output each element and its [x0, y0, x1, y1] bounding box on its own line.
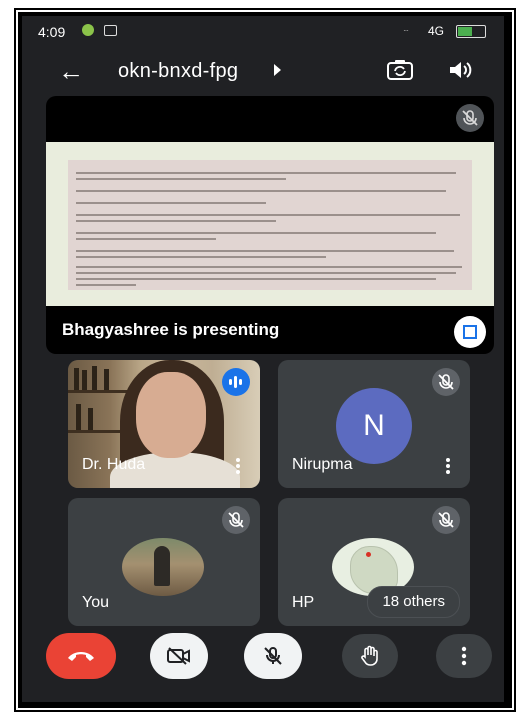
- mic-off-icon: [264, 647, 282, 665]
- participant-tile-you[interactable]: You: [68, 498, 260, 626]
- avatar: [122, 538, 204, 596]
- end-call-button[interactable]: [46, 633, 116, 679]
- more-vert-icon: [461, 646, 467, 666]
- participant-name: Nirupma: [292, 456, 353, 473]
- chevron-right-icon[interactable]: [274, 64, 281, 76]
- speaking-indicator-icon: [222, 368, 250, 396]
- others-count-button[interactable]: 18 others: [367, 586, 460, 618]
- cast-icon: [104, 25, 117, 36]
- switch-camera-icon[interactable]: [386, 58, 414, 82]
- fullscreen-button[interactable]: [454, 316, 486, 348]
- slide-content: [68, 160, 472, 290]
- participant-tile-huda[interactable]: Dr. Huda: [68, 360, 260, 488]
- participant-name: Dr. Huda: [82, 456, 146, 473]
- mic-off-icon: [432, 506, 460, 534]
- mic-off-icon: [222, 506, 250, 534]
- video-toggle-button[interactable]: [150, 633, 208, 679]
- hand-icon: [361, 645, 378, 666]
- speaker-icon[interactable]: [446, 58, 474, 82]
- video-off-icon: [167, 647, 190, 665]
- more-options-icon[interactable]: [236, 458, 240, 474]
- presenter-mic-off-icon: [456, 104, 484, 132]
- more-options-button[interactable]: [436, 634, 492, 678]
- participant-name: HP: [292, 594, 315, 611]
- mic-toggle-button[interactable]: [244, 633, 302, 679]
- call-controls: [22, 632, 504, 692]
- presentation-tile[interactable]: Bhagyashree is presenting: [46, 96, 494, 354]
- status-time: 4:09: [38, 24, 66, 40]
- network-type: 4G: [427, 24, 444, 38]
- mic-off-icon: [432, 368, 460, 396]
- participant-name: You: [82, 594, 109, 611]
- app-notification-icon: [82, 24, 94, 36]
- shared-screen: [46, 142, 494, 306]
- signal-icon: ···: [403, 26, 409, 35]
- more-options-icon[interactable]: [446, 458, 450, 474]
- call-header: ← okn-bnxd-fpg: [22, 52, 504, 96]
- avatar: N: [336, 388, 412, 464]
- meeting-code[interactable]: okn-bnxd-fpg: [118, 60, 238, 83]
- meet-screen: 4:09 ··· 4G ← okn-bnxd-fpg Bhagyashree i…: [22, 16, 504, 702]
- participant-tile-hp[interactable]: HP 18 others: [278, 498, 470, 626]
- phone-hangup-icon: [68, 652, 94, 661]
- battery-icon: [456, 25, 486, 38]
- presenting-label: Bhagyashree is presenting: [62, 320, 280, 339]
- status-bar: 4:09 ··· 4G: [22, 16, 504, 46]
- back-arrow-icon[interactable]: ←: [58, 58, 84, 84]
- participant-tile-nirupma[interactable]: N Nirupma: [278, 360, 470, 488]
- raise-hand-button[interactable]: [342, 634, 398, 678]
